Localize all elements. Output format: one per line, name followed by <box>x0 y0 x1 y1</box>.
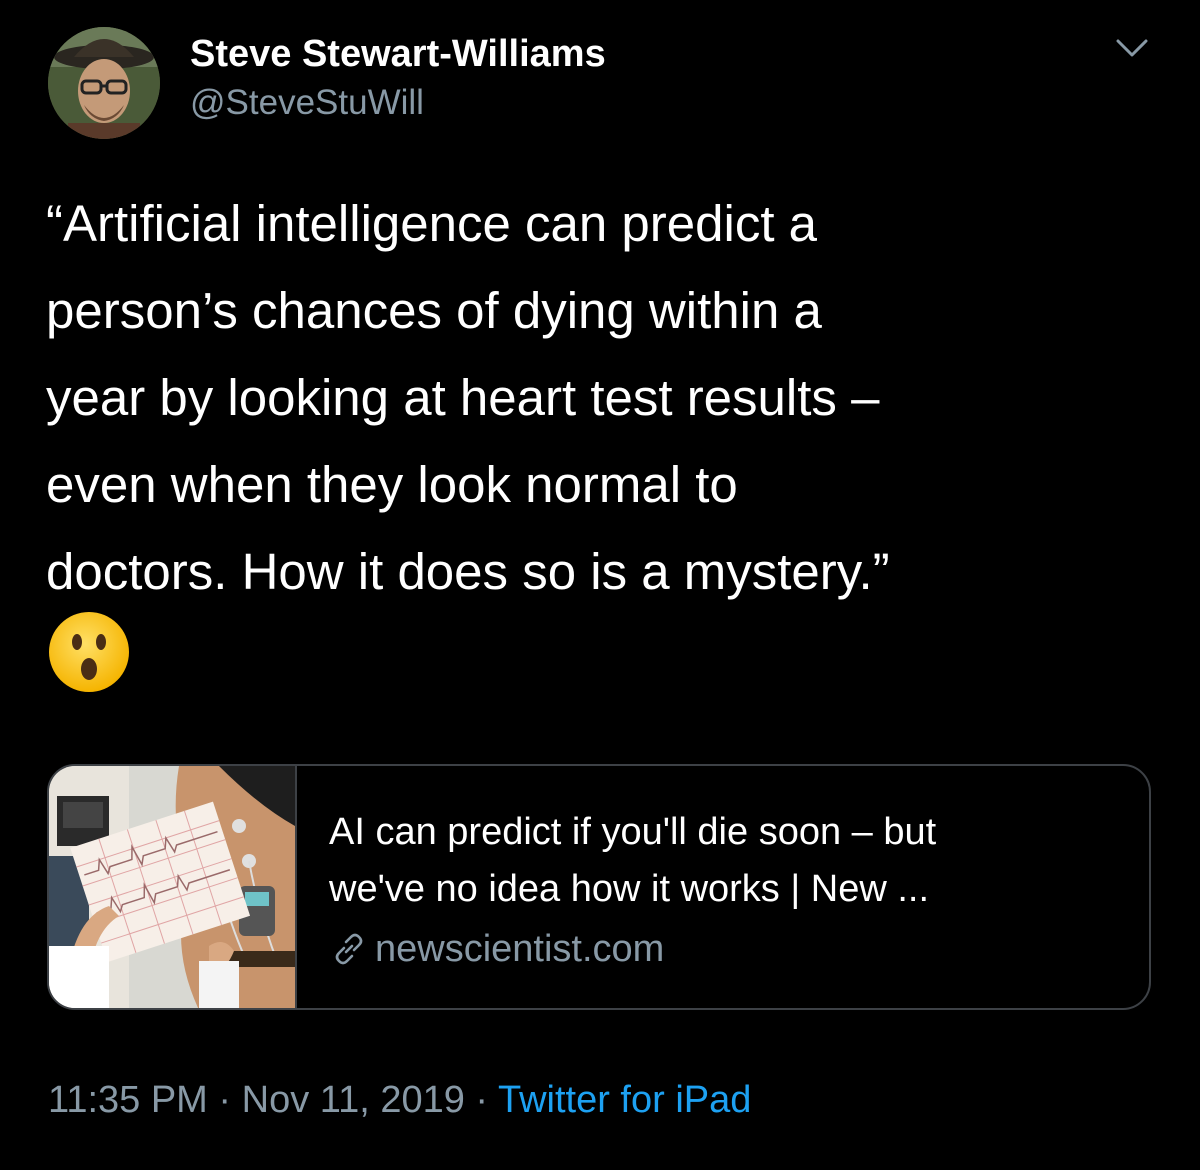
tweet-detail: Steve Stewart-Williams @SteveStuWill “Ar… <box>0 0 1200 1170</box>
tweet-source-link[interactable]: Twitter for iPad <box>498 1079 751 1121</box>
display-name[interactable]: Steve Stewart-Williams <box>190 30 606 78</box>
separator: · <box>475 1079 489 1121</box>
link-preview-card[interactable]: AI can predict if you'll die soon – but … <box>47 764 1151 1010</box>
profile-photo <box>48 27 160 139</box>
link-icon <box>335 933 363 965</box>
user-handle[interactable]: @SteveStuWill <box>190 80 606 126</box>
tweet-time[interactable]: 11:35 PM <box>48 1079 208 1121</box>
card-domain-row: newscientist.com <box>329 924 664 974</box>
card-title[interactable]: AI can predict if you'll die soon – but … <box>329 804 1129 918</box>
tweet-date[interactable]: Nov 11, 2019 <box>242 1079 465 1121</box>
separator: · <box>218 1079 232 1121</box>
tweet-metadata: 11:35 PM · Nov 11, 2019 · Twitter for iP… <box>48 1075 751 1125</box>
author-info[interactable]: Steve Stewart-Williams @SteveStuWill <box>190 30 606 126</box>
tweet-text: “Artificial intelligence can predict a p… <box>46 195 890 600</box>
hushed-face-emoji <box>48 611 130 693</box>
card-divider <box>295 766 297 1008</box>
ecg-test-photo <box>49 766 295 1008</box>
card-title-line: we've no idea how it works | New ... <box>329 868 930 910</box>
chevron-down-icon[interactable] <box>1112 33 1152 63</box>
card-domain: newscientist.com <box>375 928 665 970</box>
card-title-line: AI can predict if you'll die soon – but <box>329 811 937 853</box>
avatar[interactable] <box>48 27 160 139</box>
